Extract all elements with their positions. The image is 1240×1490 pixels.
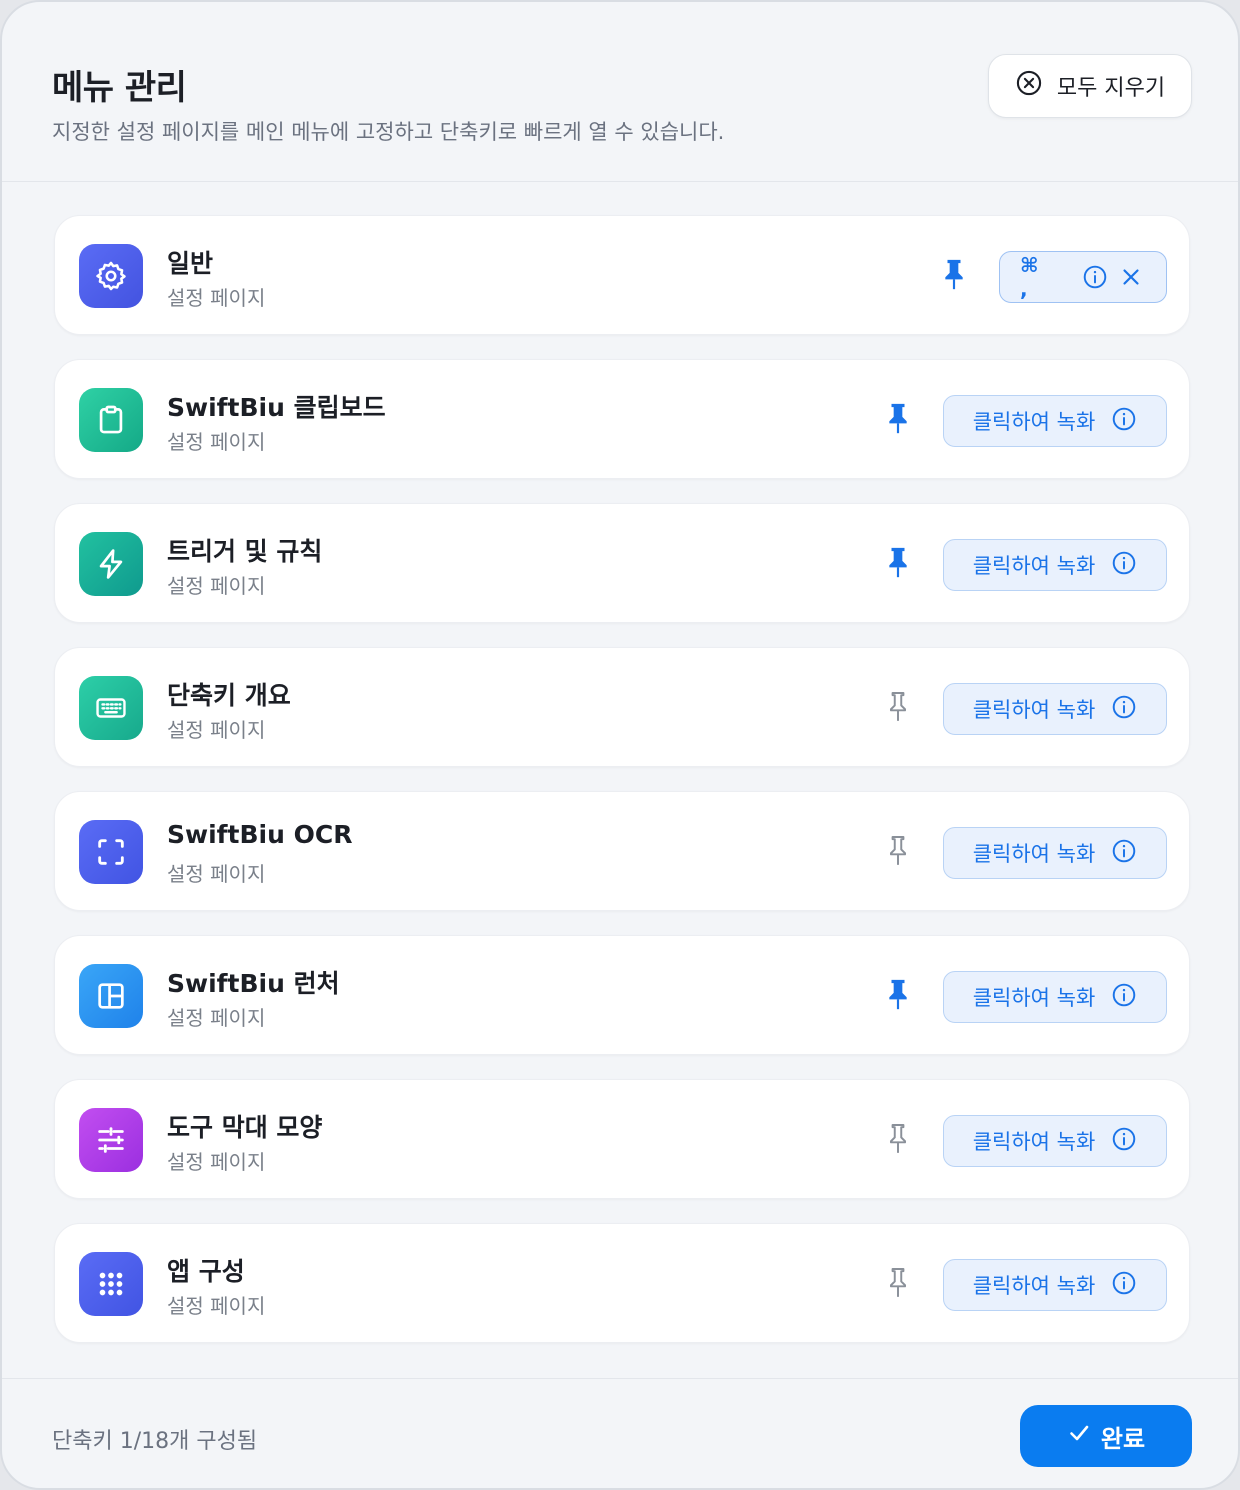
pin-icon-active[interactable] xyxy=(885,976,911,1012)
item-title: 단축키 개요 xyxy=(167,681,291,710)
header: 메뉴 관리 지정한 설정 페이지를 메인 메뉴에 고정하고 단축키로 빠르게 열… xyxy=(2,2,1238,182)
pin-icon-inactive[interactable] xyxy=(885,1264,911,1300)
info-icon[interactable] xyxy=(1111,1126,1137,1157)
pin-icon-inactive[interactable] xyxy=(885,1120,911,1156)
lightning-icon xyxy=(79,532,143,596)
item-subtitle: 설정 페이지 xyxy=(167,286,266,310)
done-label: 완료 xyxy=(1100,1424,1146,1453)
checkmark-icon xyxy=(1067,1421,1091,1451)
pin-icon-inactive[interactable] xyxy=(885,688,911,724)
info-icon[interactable] xyxy=(1111,1270,1137,1301)
record-label: 클릭하여 녹화 xyxy=(972,986,1096,1010)
item-title: 앱 구성 xyxy=(167,1257,245,1286)
record-label: 클릭하여 녹화 xyxy=(972,410,1096,434)
info-icon[interactable] xyxy=(1111,838,1137,869)
record-shortcut-button[interactable]: 클릭하여 녹화 xyxy=(943,827,1167,879)
info-icon[interactable] xyxy=(1111,406,1137,437)
record-shortcut-button[interactable]: 클릭하여 녹화 xyxy=(943,971,1167,1023)
info-icon[interactable] xyxy=(1111,982,1137,1013)
item-subtitle: 설정 페이지 xyxy=(167,1150,266,1174)
list-item: 단축키 개요 설정 페이지 클릭하여 녹화 xyxy=(54,647,1190,767)
record-label: 클릭하여 녹화 xyxy=(972,698,1096,722)
record-label: 클릭하여 녹화 xyxy=(972,554,1096,578)
item-title: 도구 막대 모양 xyxy=(167,1113,323,1142)
page-title: 메뉴 관리 xyxy=(52,68,187,108)
gear-icon xyxy=(79,244,143,308)
pin-icon-active[interactable] xyxy=(941,256,967,292)
item-title: 트리거 및 규칙 xyxy=(167,537,323,566)
item-subtitle: 설정 페이지 xyxy=(167,430,266,454)
record-label: 클릭하여 녹화 xyxy=(972,842,1096,866)
item-title: SwiftBiu 클립보드 xyxy=(167,393,386,422)
list-item: 트리거 및 규칙 설정 페이지 클릭하여 녹화 xyxy=(54,503,1190,623)
pin-icon-active[interactable] xyxy=(885,400,911,436)
clear-all-label: 모두 지우기 xyxy=(1056,76,1166,101)
menu-management-window: 메뉴 관리 지정한 설정 페이지를 메인 메뉴에 고정하고 단축키로 빠르게 열… xyxy=(0,0,1240,1490)
list-item: 앱 구성 설정 페이지 클릭하여 녹화 xyxy=(54,1223,1190,1343)
scan-icon xyxy=(79,820,143,884)
layout-icon xyxy=(79,964,143,1028)
close-circle-icon xyxy=(1015,69,1043,103)
grid-icon xyxy=(79,1252,143,1316)
shortcut-count-status: 단축키 1/18개 구성됨 xyxy=(52,1429,258,1454)
record-shortcut-button[interactable]: 클릭하여 녹화 xyxy=(943,1115,1167,1167)
list-item: SwiftBiu OCR 설정 페이지 클릭하여 녹화 xyxy=(54,791,1190,911)
info-icon[interactable] xyxy=(1111,694,1137,725)
record-label: 클릭하여 녹화 xyxy=(972,1130,1096,1154)
record-shortcut-button[interactable]: 클릭하여 녹화 xyxy=(943,395,1167,447)
list-item: SwiftBiu 런처 설정 페이지 클릭하여 녹화 xyxy=(54,935,1190,1055)
list-item: 도구 막대 모양 설정 페이지 클릭하여 녹화 xyxy=(54,1079,1190,1199)
record-label: 클릭하여 녹화 xyxy=(972,1274,1096,1298)
keyboard-icon xyxy=(79,676,143,740)
shortcut-keys: ⌘ , xyxy=(1020,253,1049,301)
pin-icon-active[interactable] xyxy=(885,544,911,580)
info-icon[interactable] xyxy=(1111,550,1137,581)
item-title: SwiftBiu OCR xyxy=(167,820,353,849)
record-shortcut-button[interactable]: 클릭하여 녹화 xyxy=(943,539,1167,591)
item-subtitle: 설정 페이지 xyxy=(167,574,266,598)
record-shortcut-button[interactable]: 클릭하여 녹화 xyxy=(943,683,1167,735)
item-title: SwiftBiu 런처 xyxy=(167,969,340,998)
list-item: 일반 설정 페이지 ⌘ , xyxy=(54,215,1190,335)
sliders-icon xyxy=(79,1108,143,1172)
page-subtitle: 지정한 설정 페이지를 메인 메뉴에 고정하고 단축키로 빠르게 열 수 있습니… xyxy=(52,120,725,144)
shortcut-field[interactable]: ⌘ , xyxy=(999,251,1167,303)
item-subtitle: 설정 페이지 xyxy=(167,862,266,886)
clear-shortcut-icon[interactable] xyxy=(1118,264,1144,294)
clipboard-icon xyxy=(79,388,143,452)
pin-icon-inactive[interactable] xyxy=(885,832,911,868)
done-button[interactable]: 완료 xyxy=(1020,1405,1192,1467)
clear-all-button[interactable]: 모두 지우기 xyxy=(988,54,1192,118)
item-subtitle: 설정 페이지 xyxy=(167,718,266,742)
item-subtitle: 설정 페이지 xyxy=(167,1006,266,1030)
footer: 단축키 1/18개 구성됨 완료 xyxy=(2,1378,1238,1488)
info-icon[interactable] xyxy=(1082,264,1108,294)
list-item: SwiftBiu 클립보드 설정 페이지 클릭하여 녹화 xyxy=(54,359,1190,479)
record-shortcut-button[interactable]: 클릭하여 녹화 xyxy=(943,1259,1167,1311)
item-subtitle: 설정 페이지 xyxy=(167,1294,266,1318)
item-title: 일반 xyxy=(167,249,214,278)
